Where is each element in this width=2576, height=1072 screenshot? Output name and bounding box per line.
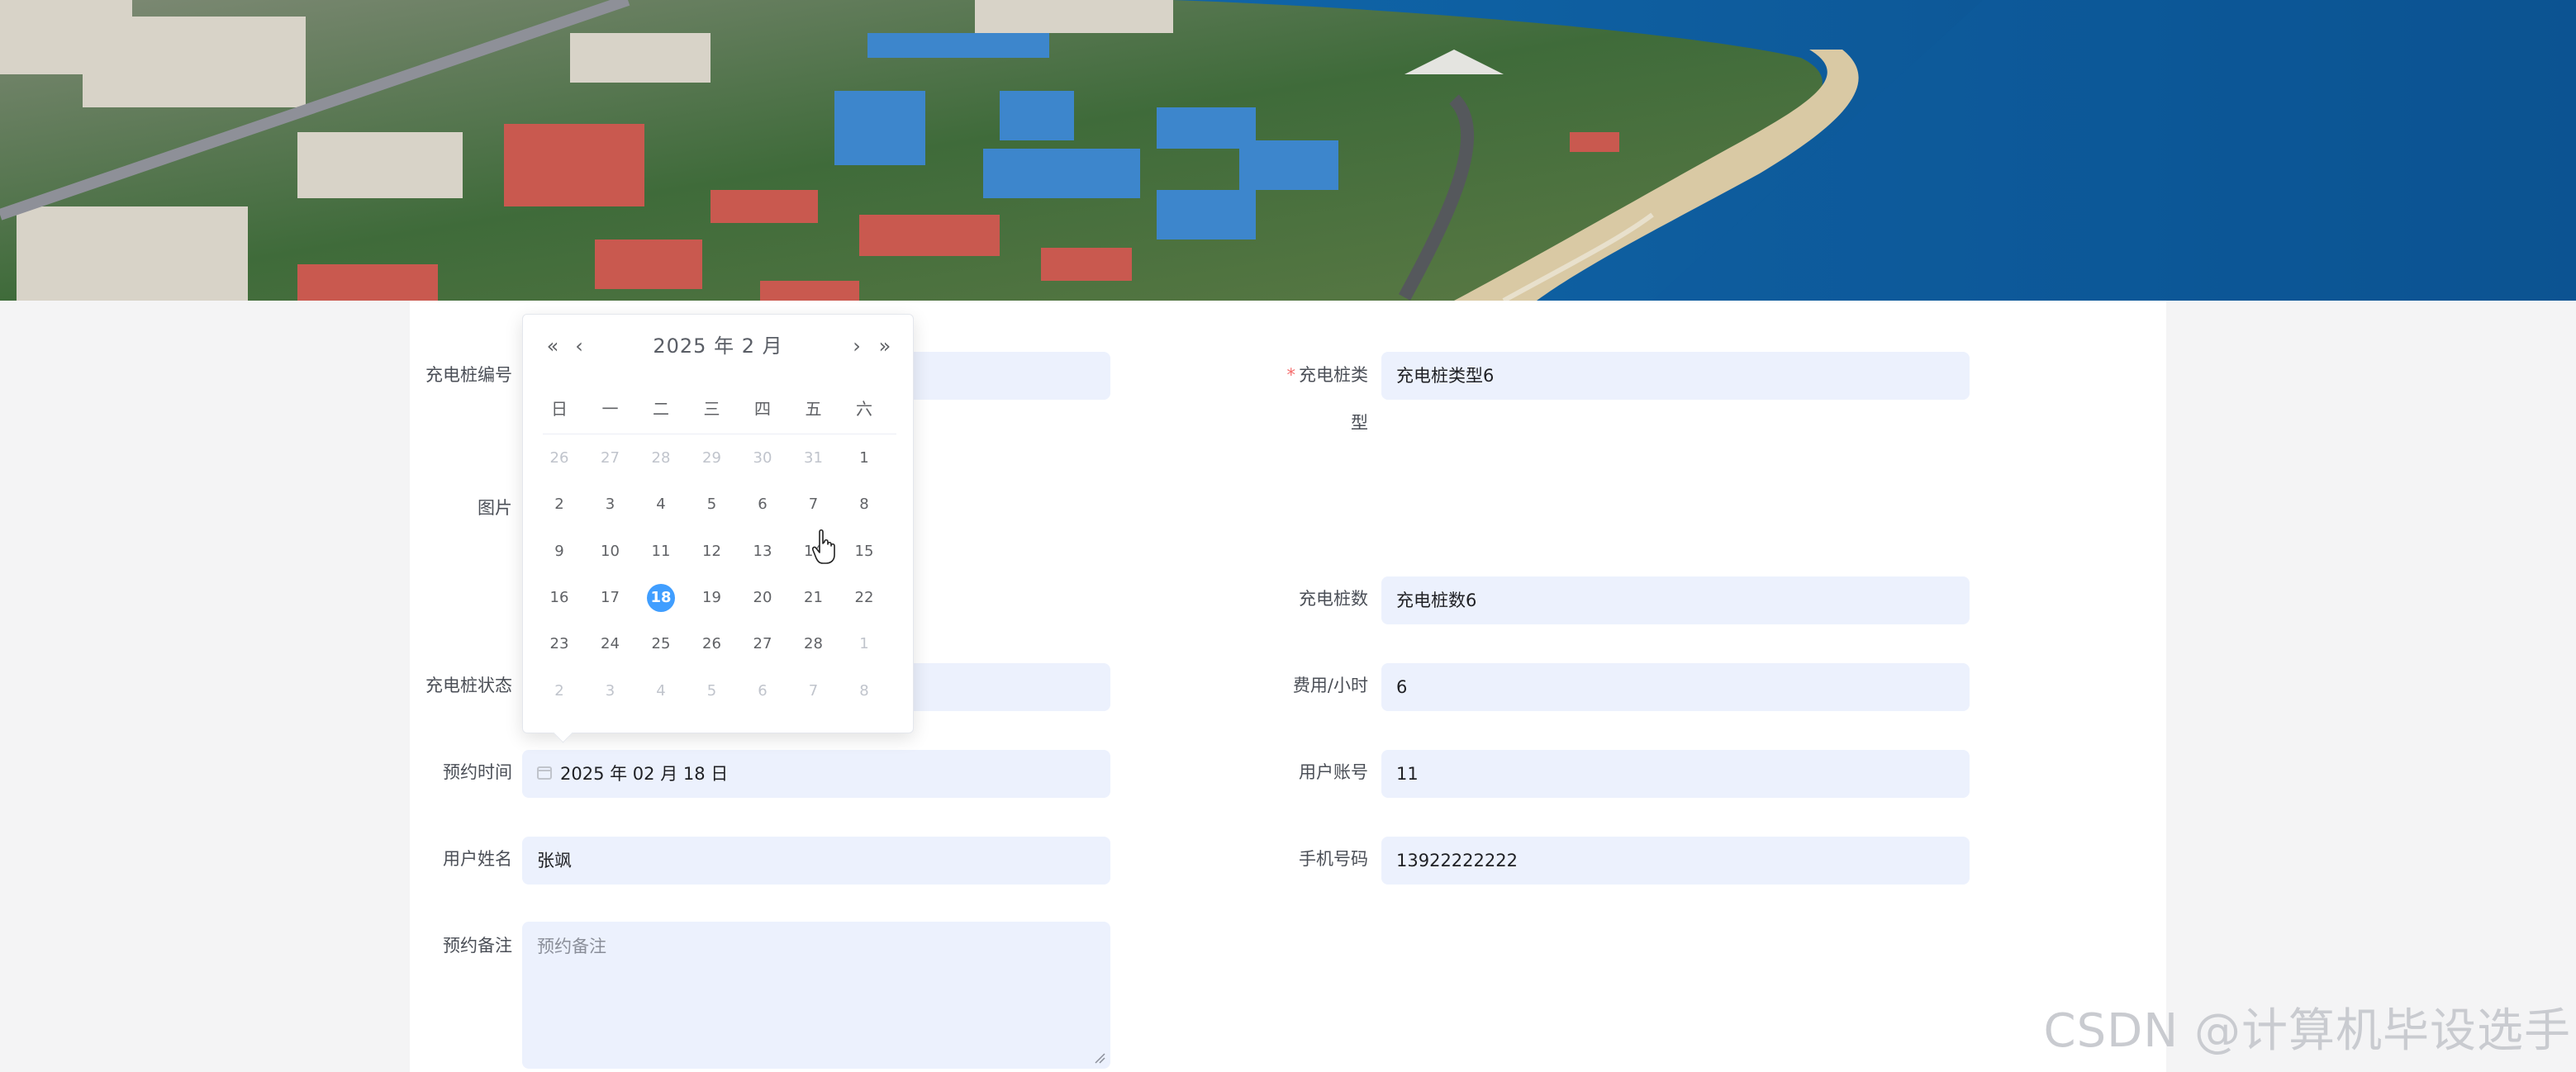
booking-time-label: 预约时间 (443, 762, 512, 782)
date-cell[interactable]: 22 (848, 581, 881, 614)
remark-label: 预约备注 (443, 936, 512, 956)
date-cell[interactable]: 2 (543, 675, 576, 708)
date-cell[interactable]: 24 (594, 628, 627, 661)
required-mark: * (1286, 365, 1296, 385)
pile-count-input[interactable]: 充电桩数6 (1381, 576, 1970, 624)
date-cell[interactable]: 7 (797, 675, 830, 708)
phone-input[interactable]: 13922222222 (1381, 837, 1970, 885)
date-cell[interactable]: 6 (746, 488, 779, 521)
pile-type-label-wrap: 型 (1351, 413, 1368, 433)
pile-no-label: 充电桩编号 (425, 365, 512, 385)
date-cell[interactable]: 27 (594, 442, 627, 475)
calendar-icon (537, 766, 552, 780)
remark-textarea[interactable]: 预约备注 (522, 922, 1110, 1069)
weekday-label: 五 (805, 399, 822, 419)
date-cell[interactable]: 21 (797, 581, 830, 614)
date-cell[interactable]: 19 (696, 581, 729, 614)
date-cell[interactable]: 3 (594, 675, 627, 708)
booking-time-value: 2025 年 02 月 18 日 (560, 764, 729, 784)
date-cell[interactable]: 4 (644, 675, 677, 708)
user-name-label: 用户姓名 (443, 849, 512, 869)
date-cell[interactable]: 27 (746, 628, 779, 661)
date-cell[interactable]: 29 (696, 442, 729, 475)
date-cell[interactable]: 28 (797, 628, 830, 661)
image-label: 图片 (478, 498, 512, 518)
hand-cursor-icon (812, 529, 835, 564)
date-cell[interactable]: 10 (594, 535, 627, 568)
weekday-label: 四 (754, 399, 771, 419)
date-cell[interactable]: 15 (848, 535, 881, 568)
date-cell[interactable]: 26 (696, 628, 729, 661)
date-cell[interactable]: 16 (543, 581, 576, 614)
phone-label: 手机号码 (1299, 849, 1368, 869)
date-cell[interactable]: 12 (696, 535, 729, 568)
date-cell[interactable]: 17 (594, 581, 627, 614)
weekday-label: 一 (601, 399, 619, 419)
date-cell[interactable]: 5 (696, 675, 729, 708)
fee-per-hour-input[interactable]: 6 (1381, 663, 1970, 711)
date-cell[interactable]: 8 (848, 675, 881, 708)
pile-type-input[interactable]: 充电桩类型6 (1381, 352, 1970, 400)
date-cell[interactable]: 5 (696, 488, 729, 521)
date-cell[interactable]: 28 (644, 442, 677, 475)
user-account-input[interactable]: 11 (1381, 750, 1970, 798)
pile-count-label: 充电桩数 (1299, 589, 1368, 609)
weekday-label: 二 (653, 399, 669, 419)
next-year-icon[interactable]: » (873, 330, 896, 363)
remark-placeholder: 预约备注 (537, 937, 606, 956)
date-cell[interactable]: 26 (543, 442, 576, 475)
date-cell[interactable]: 3 (594, 488, 627, 521)
pile-type-label: * 充电桩类 (1286, 365, 1369, 385)
date-cell[interactable]: 6 (746, 675, 779, 708)
date-cell[interactable]: 13 (746, 535, 779, 568)
date-cell[interactable]: 31 (797, 442, 830, 475)
user-name-input[interactable]: 张飒 (522, 837, 1110, 885)
date-cell[interactable]: 30 (746, 442, 779, 475)
weekday-header: 日一二三四五六 (543, 396, 896, 420)
date-cell[interactable]: 23 (543, 628, 576, 661)
header-banner-image (0, 0, 2576, 301)
date-cell[interactable]: 25 (644, 628, 677, 661)
date-cell[interactable]: 9 (543, 535, 576, 568)
date-cell[interactable]: 11 (644, 535, 677, 568)
weekday-label: 六 (856, 399, 872, 419)
date-cell[interactable]: 8 (848, 488, 881, 521)
date-picker-header: « ‹ 2025 年 2 月 › » (523, 330, 913, 363)
resize-handle-icon[interactable] (1092, 1051, 1105, 1064)
weekday-label: 日 (551, 399, 568, 419)
date-cell[interactable]: 1 (848, 442, 881, 475)
next-month-icon[interactable]: › (845, 330, 868, 363)
date-cell[interactable]: 1 (848, 628, 881, 661)
date-cell-selected[interactable]: 18 (647, 583, 675, 612)
date-cell[interactable]: 7 (797, 488, 830, 521)
user-account-label: 用户账号 (1299, 762, 1368, 782)
csdn-watermark: CSDN @计算机毕设选手 (2043, 1004, 2571, 1058)
date-picker-popup: « ‹ 2025 年 2 月 › » 日一二三四五六 26 27 28 29 30 31 1… (522, 314, 914, 743)
pile-status-label: 充电桩状态 (425, 676, 512, 695)
weekday-label: 三 (703, 399, 720, 419)
date-cell[interactable]: 2 (543, 488, 576, 521)
date-cell[interactable]: 4 (644, 488, 677, 521)
booking-time-input[interactable]: 2025 年 02 月 18 日 (522, 750, 1110, 798)
date-cell[interactable]: 20 (746, 581, 779, 614)
fee-per-hour-label: 费用/小时 (1292, 676, 1368, 695)
